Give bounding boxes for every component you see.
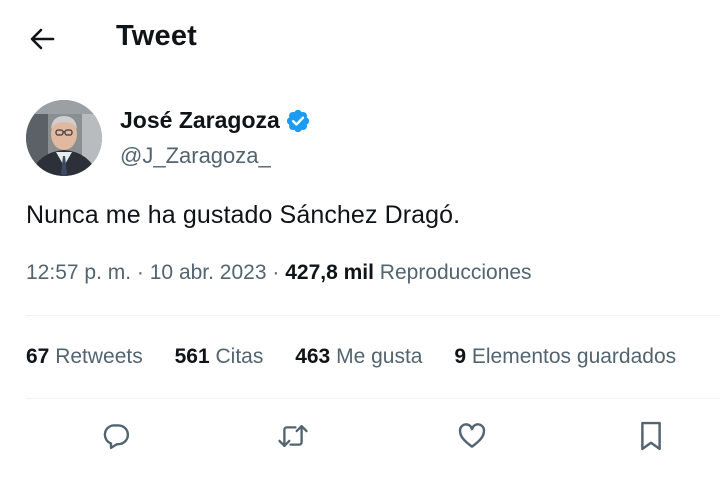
tweet-meta: 12:57 p. m. · 10 abr. 2023 · 427,8 mil R… — [26, 261, 532, 285]
reply-icon — [103, 424, 130, 450]
reply-button[interactable] — [94, 414, 138, 458]
back-button[interactable] — [22, 22, 62, 56]
views-label: Reproducciones — [379, 261, 532, 284]
tweet-date[interactable]: 10 abr. 2023 — [150, 261, 267, 284]
header: Tweet — [0, 0, 720, 78]
likes-count: 463 — [295, 345, 331, 368]
bookmarks-count: 9 — [454, 345, 466, 368]
quotes-count: 561 — [174, 345, 210, 368]
tweet-text: Nunca me ha gustado Sánchez Dragó. — [26, 201, 461, 229]
tweet-stats: 67 Retweets 561 Citas 463 Me gusta 9 Ele… — [26, 345, 702, 369]
retweets-count: 67 — [26, 345, 50, 368]
arrow-left-icon — [30, 28, 55, 50]
bookmark-icon — [641, 421, 661, 451]
tweet-time[interactable]: 12:57 p. m. — [26, 261, 131, 284]
avatar-image — [26, 100, 102, 176]
page-title: Tweet — [116, 20, 198, 52]
avatar[interactable] — [26, 100, 102, 176]
retweet-icon — [278, 424, 308, 448]
likes-stat[interactable]: 463 Me gusta — [295, 345, 422, 369]
meta-separator: · — [272, 261, 280, 284]
verified-badge-icon — [286, 109, 310, 133]
likes-label: Me gusta — [336, 345, 423, 368]
like-button[interactable] — [450, 414, 494, 458]
action-bar — [0, 410, 720, 462]
author-handle[interactable]: @J_Zaragoza_ — [120, 143, 271, 169]
quotes-stat[interactable]: 561 Citas — [175, 345, 264, 369]
divider — [26, 315, 720, 316]
bookmarks-label: Elementos guardados — [471, 345, 677, 368]
bookmarks-stat[interactable]: 9 Elementos guardados — [454, 345, 676, 369]
heart-icon — [458, 423, 486, 448]
retweets-label: Retweets — [55, 345, 143, 368]
retweets-stat[interactable]: 67 Retweets — [26, 345, 143, 369]
bookmark-button[interactable] — [629, 414, 673, 458]
divider — [26, 398, 720, 399]
quotes-label: Citas — [215, 345, 264, 368]
author-name[interactable]: José Zaragoza — [120, 107, 280, 134]
retweet-button[interactable] — [271, 414, 315, 458]
tweet-page: Tweet José Zaragoza @J_Zaragoza_ Nunca m… — [0, 0, 720, 480]
meta-separator: · — [136, 261, 144, 284]
views-count: 427,8 mil — [285, 261, 374, 284]
